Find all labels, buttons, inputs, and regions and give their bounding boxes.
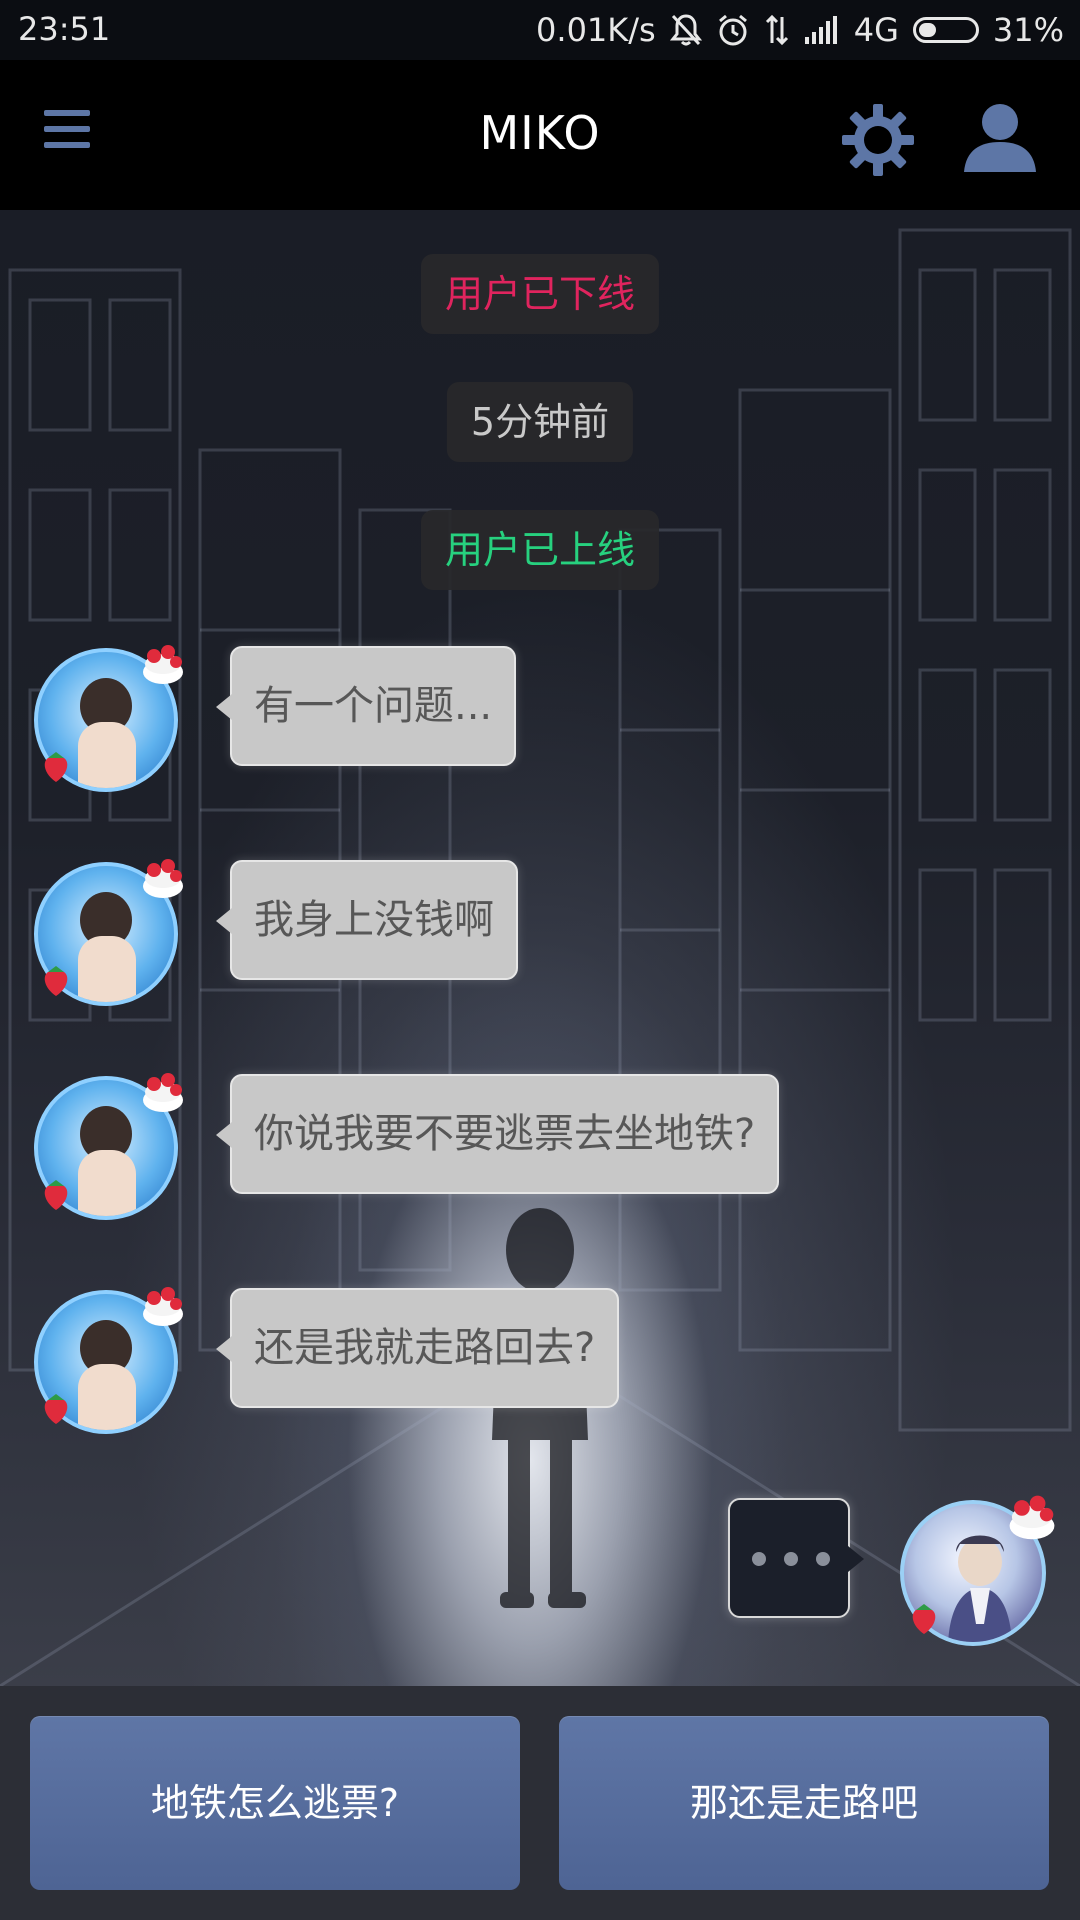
- mute-icon: [669, 13, 702, 47]
- strawberry-cake-icon: [1009, 1495, 1055, 1540]
- battery-level: [918, 23, 936, 37]
- status-bar: 23:51 0.01K/s 4G 31%: [0, 0, 1080, 60]
- choice-button-walk[interactable]: 那还是走路吧: [559, 1716, 1049, 1890]
- status-indicators: 0.01K/s 4G 31%: [536, 8, 1064, 52]
- strawberry-cake-icon: [143, 1287, 183, 1326]
- message-bubble[interactable]: 还是我就走路回去?: [215, 1288, 620, 1408]
- app-title: MIKO: [479, 106, 601, 160]
- battery-percent: 31%: [992, 11, 1064, 49]
- strawberry-cake-icon: [143, 645, 183, 684]
- app-header: MIKO: [0, 60, 1080, 210]
- net-speed: 0.01K/s: [536, 11, 656, 49]
- message-bubble[interactable]: 我身上没钱啊: [216, 860, 518, 980]
- battery-icon: [912, 17, 979, 43]
- data-transfer-icon: [764, 13, 790, 47]
- strawberry-icon: [44, 966, 68, 996]
- strawberry-icon: [44, 752, 68, 782]
- choice-button-evade-fare[interactable]: 地铁怎么逃票?: [30, 1716, 520, 1890]
- strawberry-cake-icon: [143, 859, 183, 898]
- chat-area[interactable]: 用户已下线 5分钟前 用户已上线 有一个问题... 我身上没钱啊 你说我要不要逃…: [0, 210, 1080, 1686]
- gear-icon[interactable]: [840, 102, 916, 178]
- status-offline-notice: 用户已下线: [420, 254, 660, 334]
- message-bubble[interactable]: 你说我要不要逃票去坐地铁?: [215, 1074, 780, 1194]
- signal-icon: [804, 15, 840, 45]
- status-online-notice: 用户已上线: [420, 510, 660, 590]
- user-icon[interactable]: [960, 100, 1040, 176]
- chat-screen: 23:51 0.01K/s 4G 31% MIKO 用户已下线 5分钟前 用户已…: [0, 0, 1080, 1920]
- strawberry-icon: [44, 1180, 68, 1210]
- status-time: 23:51: [18, 10, 111, 48]
- timestamp-notice: 5分钟前: [446, 382, 634, 462]
- message-bubble[interactable]: 有一个问题...: [215, 646, 517, 766]
- reply-choices: 地铁怎么逃票? 那还是走路吧: [0, 1686, 1080, 1920]
- strawberry-icon: [44, 1394, 68, 1424]
- strawberry-cake-icon: [143, 1073, 183, 1112]
- character-silhouette: [492, 1208, 588, 1608]
- alarm-icon: [716, 13, 750, 47]
- strawberry-icon: [912, 1604, 936, 1634]
- typing-indicator: [728, 1498, 864, 1618]
- network-type: 4G: [853, 11, 899, 49]
